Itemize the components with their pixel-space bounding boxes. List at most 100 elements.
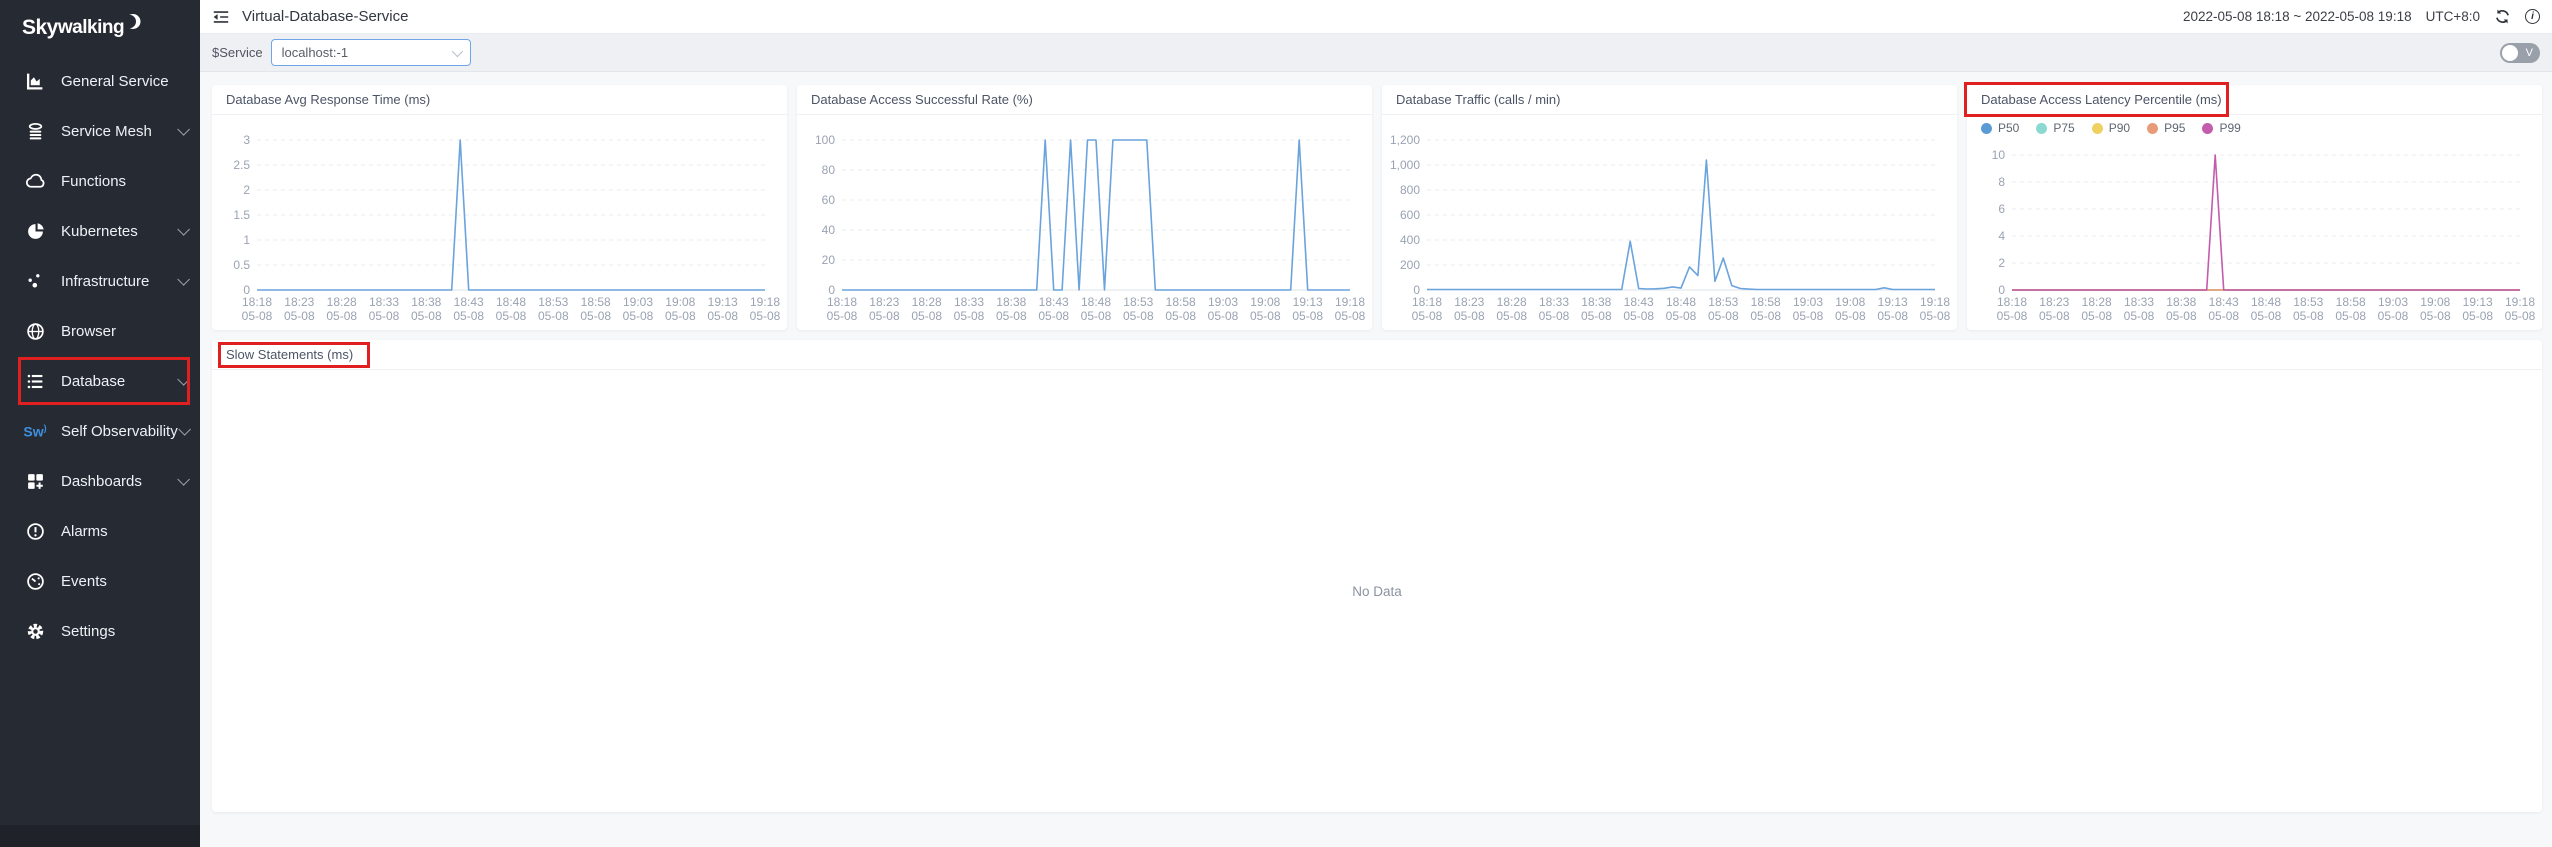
svg-text:05-08: 05-08 xyxy=(2039,309,2070,323)
svg-text:10: 10 xyxy=(1992,148,2006,162)
sidebar-item-label: Events xyxy=(61,573,107,590)
svg-text:19:03: 19:03 xyxy=(1793,295,1823,309)
svg-text:05-08: 05-08 xyxy=(1335,309,1366,323)
svg-text:05-08: 05-08 xyxy=(2166,309,2197,323)
svg-text:05-08: 05-08 xyxy=(1081,309,1112,323)
chart-plot: 02040608010018:1805-0818:2305-0818:2805-… xyxy=(797,115,1372,330)
svg-text:18:43: 18:43 xyxy=(1624,295,1654,309)
svg-text:18:43: 18:43 xyxy=(1039,295,1069,309)
sidebar-item-settings[interactable]: Settings xyxy=(0,606,200,656)
sidebar-item-self-observability[interactable]: Sw)Self Observability xyxy=(0,406,200,456)
svg-text:18:28: 18:28 xyxy=(1497,295,1527,309)
chart-panel-header: Database Access Successful Rate (%) xyxy=(797,85,1372,115)
time-range-label[interactable]: 2022-05-08 18:18 ~ 2022-05-08 19:18 xyxy=(2183,9,2412,24)
svg-text:05-08: 05-08 xyxy=(1835,309,1866,323)
sidebar-item-label: Database xyxy=(61,373,125,390)
svg-text:18:28: 18:28 xyxy=(327,295,357,309)
chart-panel-header: Database Avg Response Time (ms) xyxy=(212,85,787,115)
svg-text:18:48: 18:48 xyxy=(1666,295,1696,309)
slow-statements-panel: Slow Statements (ms) No Data xyxy=(212,340,2542,812)
sidebar-item-database[interactable]: Database xyxy=(0,356,200,406)
svg-text:05-08: 05-08 xyxy=(1496,309,1527,323)
dots-icon xyxy=(24,271,46,291)
svg-text:19:03: 19:03 xyxy=(1208,295,1238,309)
svg-text:18:48: 18:48 xyxy=(1081,295,1111,309)
svg-text:800: 800 xyxy=(1400,183,1420,197)
sidebar-item-label: Service Mesh xyxy=(61,123,152,140)
sidebar-item-functions[interactable]: Functions xyxy=(0,156,200,206)
sidebar-item-kubernetes[interactable]: Kubernetes xyxy=(0,206,200,256)
svg-text:05-08: 05-08 xyxy=(869,309,900,323)
svg-text:05-08: 05-08 xyxy=(2462,309,2493,323)
sidebar-item-events[interactable]: Events xyxy=(0,556,200,606)
sidebar-item-service-mesh[interactable]: Service Mesh xyxy=(0,106,200,156)
svg-text:600: 600 xyxy=(1400,208,1420,222)
legend-item-p99[interactable]: P99 xyxy=(2202,121,2240,135)
legend-dot xyxy=(2036,123,2047,134)
svg-text:18:38: 18:38 xyxy=(2166,295,2196,309)
svg-text:19:08: 19:08 xyxy=(2420,295,2450,309)
sidebar: Skywalking General Service Service Mesh Fu… xyxy=(0,0,200,847)
service-variable-label: $Service xyxy=(212,45,263,60)
svg-text:05-08: 05-08 xyxy=(1038,309,1069,323)
logo-text-secondary: walking xyxy=(58,17,124,39)
info-icon[interactable]: i xyxy=(2525,9,2540,24)
slow-statements-header: Slow Statements (ms) xyxy=(212,340,2542,370)
top-header: Virtual-Database-Service 2022-05-08 18:1… xyxy=(200,0,2552,34)
svg-text:19:13: 19:13 xyxy=(1293,295,1323,309)
service-select[interactable]: localhost:-1 xyxy=(271,39,471,66)
legend-item-p90[interactable]: P90 xyxy=(2092,121,2130,135)
main-area: Virtual-Database-Service 2022-05-08 18:1… xyxy=(200,0,2552,847)
chart-panel-database-avg-response-time-ms-: Database Avg Response Time (ms)00.511.52… xyxy=(212,85,787,330)
svg-text:1,200: 1,200 xyxy=(1390,133,1420,147)
svg-text:05-08: 05-08 xyxy=(827,309,858,323)
sidebar-fold-icon[interactable] xyxy=(212,9,230,25)
sidebar-item-general-service[interactable]: General Service xyxy=(0,56,200,106)
svg-text:18:53: 18:53 xyxy=(538,295,568,309)
svg-text:18:38: 18:38 xyxy=(1581,295,1611,309)
toolbar: $Service localhost:-1 V xyxy=(200,34,2552,72)
svg-text:18:33: 18:33 xyxy=(2124,295,2154,309)
svg-text:05-08: 05-08 xyxy=(369,309,400,323)
skywalking-logo: Skywalking xyxy=(0,0,200,56)
svg-text:18:53: 18:53 xyxy=(1708,295,1738,309)
timer-icon xyxy=(24,571,46,591)
sidebar-item-label: Dashboards xyxy=(61,473,142,490)
chart-title: Database Access Latency Percentile (ms) xyxy=(1981,92,2222,107)
chart-plot: 02004006008001,0001,20018:1805-0818:2305… xyxy=(1382,115,1957,330)
svg-text:18:48: 18:48 xyxy=(2251,295,2281,309)
legend-label: P50 xyxy=(1998,121,2019,135)
timezone-label[interactable]: UTC+8:0 xyxy=(2426,9,2480,24)
svg-text:05-08: 05-08 xyxy=(1165,309,1196,323)
legend-item-p75[interactable]: P75 xyxy=(2036,121,2074,135)
svg-text:05-08: 05-08 xyxy=(954,309,985,323)
chevron-down-icon xyxy=(178,423,191,436)
sidebar-item-label: Browser xyxy=(61,323,116,340)
svg-text:05-08: 05-08 xyxy=(1208,309,1239,323)
svg-text:18:58: 18:58 xyxy=(2336,295,2366,309)
refresh-icon[interactable] xyxy=(2494,8,2511,25)
svg-text:05-08: 05-08 xyxy=(707,309,738,323)
legend-item-p95[interactable]: P95 xyxy=(2147,121,2185,135)
sidebar-item-alarms[interactable]: Alarms xyxy=(0,506,200,556)
header-right: 2022-05-08 18:18 ~ 2022-05-08 19:18 UTC+… xyxy=(2183,8,2540,25)
svg-text:18:38: 18:38 xyxy=(996,295,1026,309)
svg-text:05-08: 05-08 xyxy=(1623,309,1654,323)
layers-icon xyxy=(24,121,46,141)
svg-text:19:03: 19:03 xyxy=(623,295,653,309)
svg-text:18:43: 18:43 xyxy=(454,295,484,309)
svg-text:19:13: 19:13 xyxy=(1878,295,1908,309)
sidebar-item-infrastructure[interactable]: Infrastructure xyxy=(0,256,200,306)
svg-text:8: 8 xyxy=(1998,175,2005,189)
legend-item-p50[interactable]: P50 xyxy=(1981,121,2019,135)
sidebar-item-dashboards[interactable]: Dashboards xyxy=(0,456,200,506)
toggle-knob xyxy=(2502,45,2518,61)
view-toggle[interactable]: V xyxy=(2500,43,2540,63)
app-root: Skywalking General Service Service Mesh Fu… xyxy=(0,0,2552,847)
sidebar-item-browser[interactable]: Browser xyxy=(0,306,200,356)
svg-text:18:23: 18:23 xyxy=(284,295,314,309)
svg-text:05-08: 05-08 xyxy=(2208,309,2239,323)
sidebar-item-label: Alarms xyxy=(61,523,108,540)
svg-text:18:58: 18:58 xyxy=(1166,295,1196,309)
svg-text:05-08: 05-08 xyxy=(411,309,442,323)
